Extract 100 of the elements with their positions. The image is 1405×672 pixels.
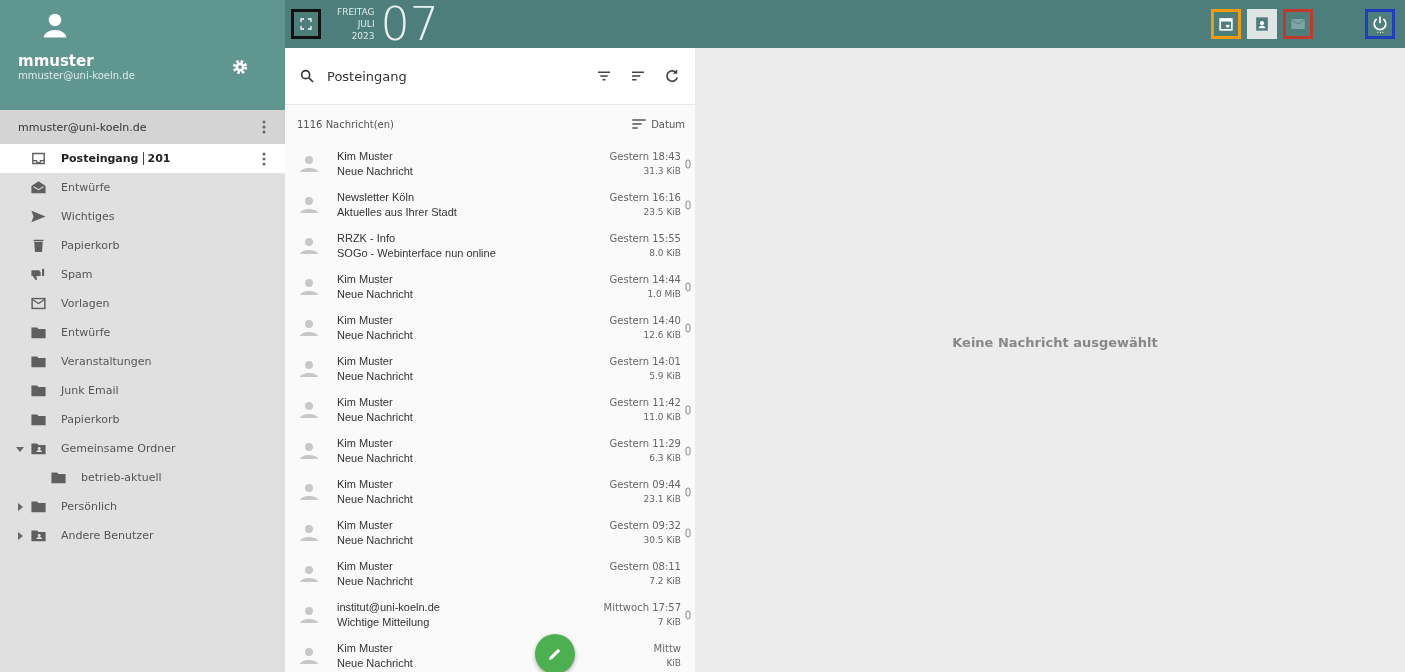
person-icon [299,645,319,666]
message-row[interactable]: Kim Muster Neue Nachricht Gestern 14:44 1.0 MiB [285,266,695,307]
folder-item[interactable]: Papierkorb [0,405,285,434]
search-icon[interactable] [299,68,315,84]
message-row[interactable]: Kim Muster Neue Nachricht Gestern 18:43 31.3 KiB [285,143,695,184]
caret-right-icon[interactable] [16,531,24,540]
day-number: 07 [380,0,440,48]
message-subject: Neue Nachricht [337,163,413,179]
message-sender: Kim Muster [337,148,393,164]
message-time: Gestern 11:29 [609,436,681,451]
message-time: Gestern 16:16 [609,190,681,205]
message-count: 1116 Nachricht(en) [297,118,395,130]
settings-icon[interactable] [231,57,249,76]
message-size: 8.0 KiB [649,246,681,260]
folder-item[interactable]: betrieb-aktuell [0,463,285,492]
weekday-label: FREITAG [337,6,375,18]
message-subject: Neue Nachricht [337,491,413,507]
user-name: mmuster [18,52,95,70]
message-row[interactable]: Kim Muster Neue Nachricht Gestern 09:44 23.1 KiB [285,471,695,512]
folder-item[interactable]: Wichtiges [0,202,285,231]
message-row[interactable]: Kim Muster Neue Nachricht Gestern 09:32 30.5 KiB [285,512,695,553]
message-size: 12.6 KiB [643,328,681,342]
message-size: 7.2 KiB [649,574,681,588]
message-sender: Kim Muster [337,476,393,492]
message-time: Gestern 14:01 [609,354,681,369]
message-row[interactable]: Kim Muster Neue Nachricht Gestern 11:29 6.3 KiB [285,430,695,471]
year-label: 2023 [351,30,375,42]
message-sender: institut@uni-koeln.de [337,599,440,615]
message-size: KiB [666,656,681,670]
message-time: Gestern 11:42 [609,395,681,410]
message-sender: Kim Muster [337,558,393,574]
message-size: 31.3 KiB [643,164,681,178]
refresh-button[interactable] [663,67,681,85]
message-time: Gestern 14:40 [609,313,681,328]
more-button[interactable] [261,150,267,167]
folder-item[interactable]: Junk Email [0,376,285,405]
more-button[interactable] [261,119,267,135]
folder-item[interactable]: Gemeinsame Ordner [0,434,285,463]
person-icon [299,194,319,215]
person-icon [299,276,319,297]
folder-item[interactable]: Spam [0,260,285,289]
message-time: Gestern 09:44 [609,477,681,492]
person-icon [299,399,319,420]
message-time: Mittw [653,641,681,656]
message-subject: SOGo - Webinterface nun online [337,245,496,261]
message-sender: Kim Muster [337,394,393,410]
person-icon [299,563,319,584]
message-row[interactable]: institut@uni-koeln.de Wichtige Mitteilung Mittwoch 17:57 7 KiB [285,594,695,635]
folder-item[interactable]: Vorlagen [0,289,285,318]
message-row[interactable]: Kim Muster Neue Nachricht Gestern 11:42 11.0 KiB [285,389,695,430]
message-row[interactable]: RRZK - Info SOGo - Webinterface nun online Gestern 15:55 8.0 KiB [285,225,695,266]
message-time: Gestern 18:43 [609,149,681,164]
message-sender: Kim Muster [337,640,393,656]
message-subject: Neue Nachricht [337,286,413,302]
message-size: 23.1 KiB [643,492,681,506]
message-sender: Kim Muster [337,312,393,328]
folder-item[interactable]: Andere Benutzer [0,521,285,550]
thumbs-down-icon [30,266,47,283]
send-icon [30,208,47,225]
folder-item[interactable]: Veranstaltungen [0,347,285,376]
message-sender: Kim Muster [337,353,393,369]
folder-item[interactable]: Entwürfe [0,318,285,347]
message-row[interactable]: Kim Muster Neue Nachricht Gestern 14:01 5.9 KiB [285,348,695,389]
message-time: Mittwoch 17:57 [603,600,681,615]
compose-button[interactable] [535,634,575,672]
message-time: Gestern 14:44 [609,272,681,287]
account-label: mmuster@uni-koeln.de [18,120,148,134]
folder-item[interactable]: Persönlich [0,492,285,521]
caret-right-icon[interactable] [16,502,24,511]
expand-icon[interactable] [300,18,312,30]
sort-by-date-button[interactable]: Datum [631,118,685,130]
message-subject: Wichtige Mitteilung [337,614,430,630]
folder-item[interactable]: Posteingang 201 [0,144,285,173]
fullscreen-button[interactable] [291,9,321,39]
message-subject: Neue Nachricht [337,409,413,425]
message-size: 11.0 KiB [643,410,681,424]
sort-lines-icon[interactable] [631,118,648,130]
message-subject: Neue Nachricht [337,327,413,343]
message-size: 6.3 KiB [649,451,681,465]
message-row[interactable]: Newsletter Köln Aktuelles aus Ihrer Stadt Gestern 16:16 23.5 KiB [285,184,695,225]
message-row[interactable]: Kim Muster Neue Nachricht Gestern 08:11 7.2 KiB [285,553,695,594]
message-sender: Kim Muster [337,517,393,533]
person-icon [299,358,319,379]
envelope-icon [30,295,47,312]
person-icon [299,522,319,543]
message-subject: Neue Nachricht [337,368,413,384]
person-icon [299,153,319,174]
person-icon [299,317,319,338]
message-size: 23.5 KiB [643,205,681,219]
caret-down-icon[interactable] [16,444,24,453]
folder-item[interactable]: Papierkorb [0,231,285,260]
message-size: 30.5 KiB [643,533,681,547]
inbox-icon [30,150,47,167]
message-subject: Aktuelles aus Ihrer Stadt [337,204,457,220]
person-icon [299,604,319,625]
person-icon [299,235,319,256]
message-row[interactable]: Kim Muster Neue Nachricht Gestern 14:40 12.6 KiB [285,307,695,348]
message-row[interactable]: Kim Muster Neue Nachricht Mittw KiB [285,635,695,672]
folder-item[interactable]: Entwürfe [0,173,285,202]
unread-count: 201 [142,152,171,165]
